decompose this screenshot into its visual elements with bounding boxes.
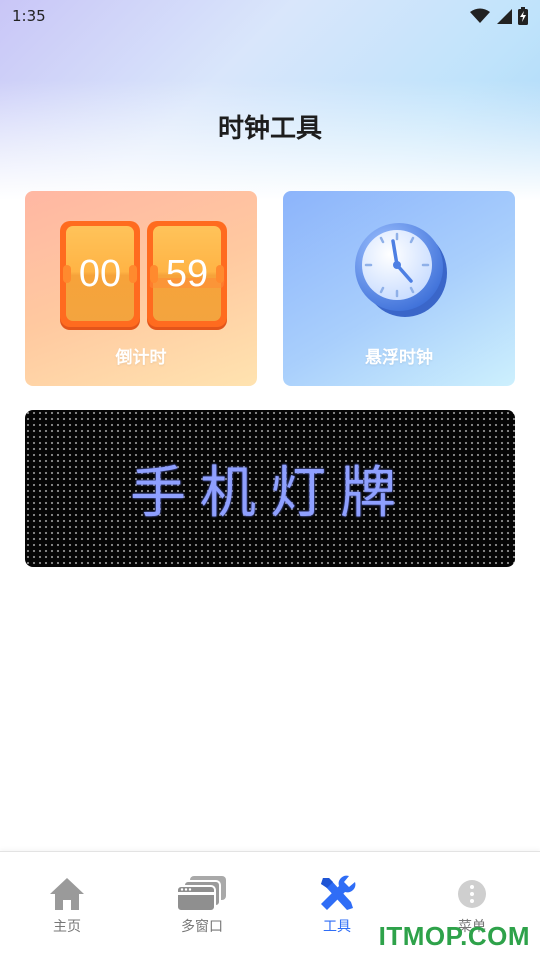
- multi-window-icon: [176, 876, 226, 912]
- nav-item-multi-window[interactable]: 多窗口: [152, 874, 252, 936]
- wifi-icon: [470, 8, 490, 23]
- countdown-label: 倒计时: [115, 348, 167, 368]
- countdown-minutes: 00: [78, 252, 122, 295]
- flip-digit-right: 59: [147, 221, 227, 327]
- nav-item-tools[interactable]: 工具: [287, 874, 387, 936]
- signal-icon: [497, 9, 512, 24]
- countdown-seconds: 59: [165, 252, 209, 295]
- flip-digit-left: 00: [60, 221, 140, 327]
- nav-label-multi-window: 多窗口: [181, 919, 223, 935]
- countdown-card[interactable]: 00 59 倒计时: [25, 191, 257, 386]
- more-icon: [458, 880, 486, 908]
- page-title: 时钟工具: [217, 114, 322, 144]
- nav-label-home: 主页: [53, 919, 81, 935]
- led-banner-card[interactable]: 手机灯牌: [25, 410, 515, 567]
- watermark-text: ITMOP.COM: [378, 921, 530, 951]
- status-icons: [470, 7, 528, 25]
- floating-clock-label: 悬浮时钟: [365, 348, 433, 368]
- led-banner-text: 手机灯牌: [130, 461, 410, 526]
- nav-item-home[interactable]: 主页: [17, 874, 117, 936]
- home-icon: [50, 878, 84, 910]
- floating-clock-card[interactable]: 悬浮时钟: [283, 191, 515, 386]
- status-bar: 1:35: [0, 0, 540, 32]
- tools-icon: [321, 875, 356, 910]
- nav-label-tools: 工具: [323, 919, 351, 935]
- status-time: 1:35: [12, 7, 46, 25]
- alarm-clock-icon: [351, 219, 451, 319]
- battery-charging-icon: [518, 7, 528, 25]
